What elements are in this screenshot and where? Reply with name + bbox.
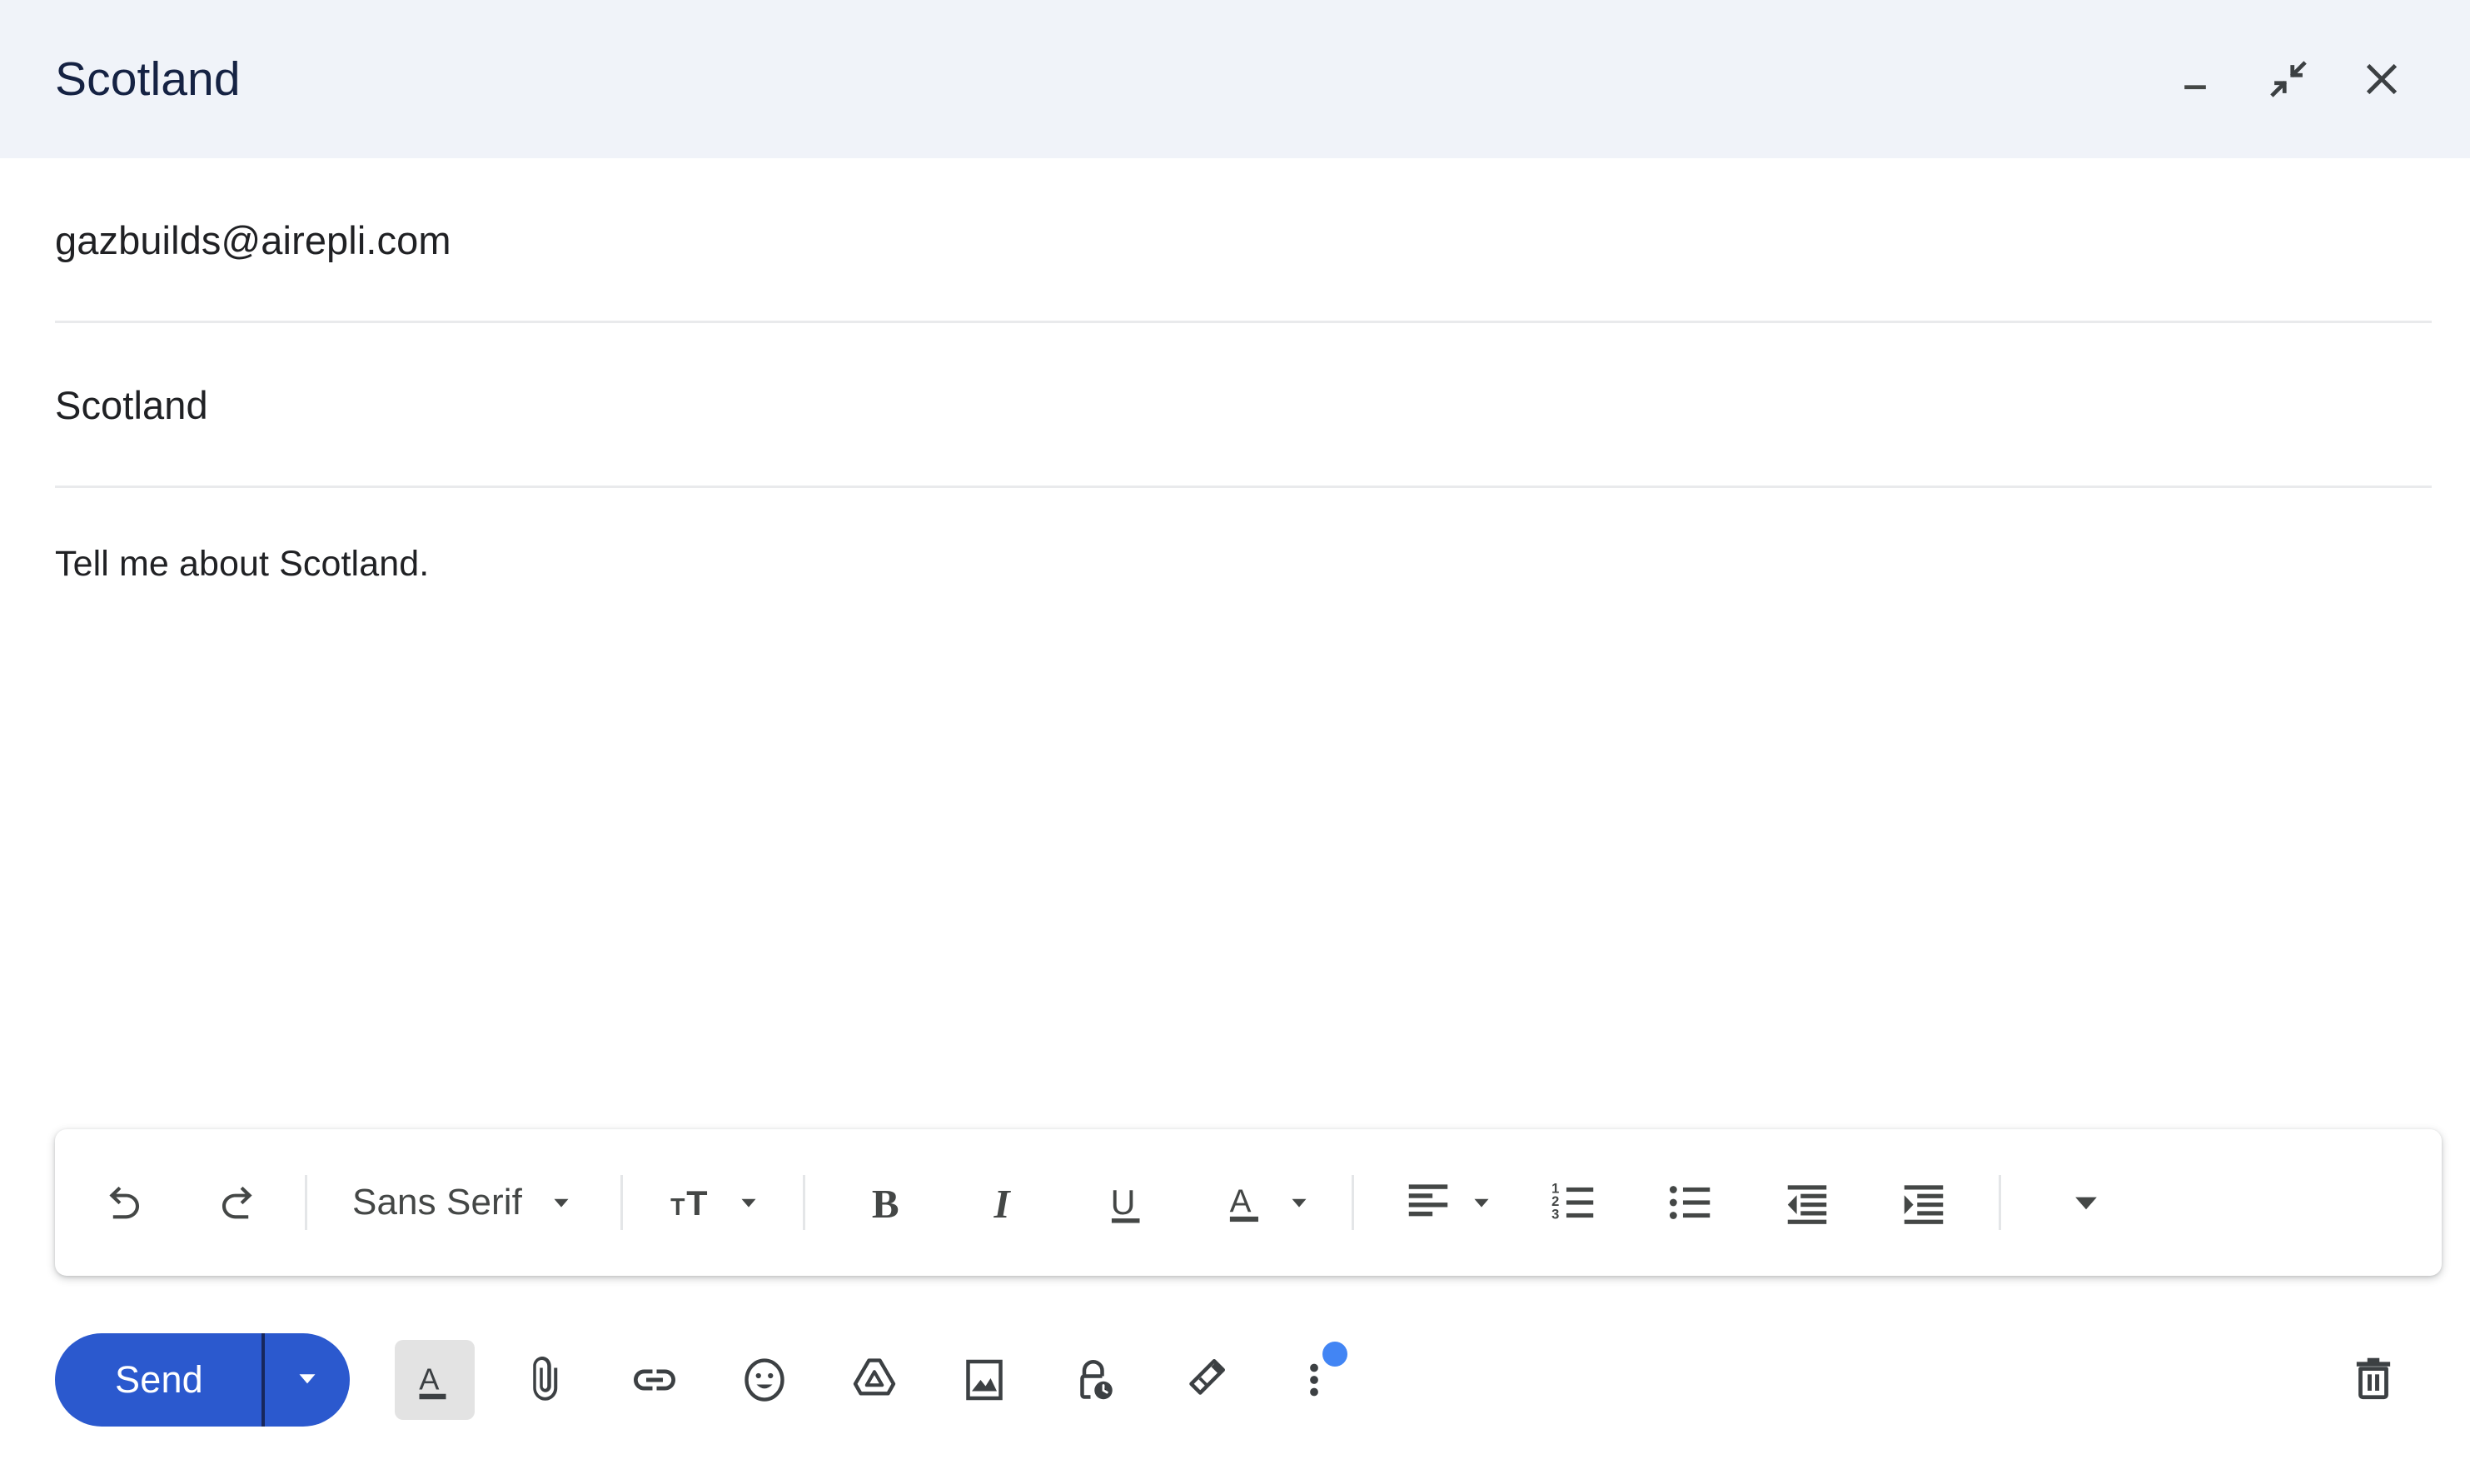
- recipients-field-row[interactable]: gazbuilds@airepli.com: [0, 158, 2470, 323]
- svg-text:A: A: [1230, 1183, 1252, 1219]
- insert-drive-file-button[interactable]: [834, 1340, 914, 1420]
- minimize-button[interactable]: [2164, 47, 2227, 111]
- google-drive-icon: [849, 1355, 899, 1405]
- toolbar-separator-2: [620, 1175, 623, 1230]
- confidential-mode-button[interactable]: [1054, 1340, 1134, 1420]
- page-title: Scotland: [55, 52, 241, 106]
- svg-text:A: A: [419, 1362, 440, 1397]
- message-body-area[interactable]: Tell me about Scotland.: [0, 488, 2470, 1129]
- font-size-selector[interactable]: T T: [656, 1164, 774, 1241]
- align-button[interactable]: [1391, 1164, 1507, 1241]
- chevron-down-icon: [735, 1188, 763, 1217]
- chevron-down-icon: [1467, 1188, 1496, 1217]
- message-body-input[interactable]: Tell me about Scotland.: [55, 540, 2415, 588]
- emoji-icon: [740, 1355, 789, 1405]
- link-icon: [630, 1355, 680, 1405]
- bold-button[interactable]: B: [849, 1164, 925, 1241]
- format-toolbar-wrapper: Sans Serif T T B I U A 1 2 3: [0, 1129, 2470, 1276]
- lock-clock-icon: [1069, 1355, 1119, 1405]
- compose-header: Scotland: [0, 0, 2470, 158]
- font-size-icon: T T: [668, 1175, 720, 1231]
- format-toolbar: Sans Serif T T B I U A 1 2 3: [55, 1129, 2442, 1276]
- numbered-list-button[interactable]: 1 2 3: [1536, 1164, 1612, 1241]
- compose-window: Scotland gazbuilds@airepli.com Scotland …: [0, 0, 2470, 1484]
- bulleted-list-button[interactable]: [1652, 1164, 1729, 1241]
- more-options-button[interactable]: [1274, 1340, 1354, 1420]
- pen-icon: [1179, 1355, 1229, 1405]
- underline-button[interactable]: U: [1088, 1164, 1165, 1241]
- svg-text:T: T: [686, 1183, 707, 1222]
- close-button[interactable]: [2350, 47, 2413, 111]
- indent-less-button[interactable]: [1769, 1164, 1845, 1241]
- discard-draft-button[interactable]: [2333, 1340, 2413, 1420]
- chevron-down-icon: [291, 1362, 323, 1398]
- font-family-selector[interactable]: Sans Serif: [341, 1164, 587, 1241]
- window-controls: [2164, 47, 2420, 111]
- toolbar-separator-3: [802, 1175, 805, 1230]
- exit-full-screen-button[interactable]: [2257, 47, 2320, 111]
- action-icon-row: A: [394, 1340, 1354, 1420]
- send-button-label: Send: [115, 1358, 203, 1401]
- insert-signature-button[interactable]: [1164, 1340, 1244, 1420]
- insert-link-button[interactable]: [615, 1340, 695, 1420]
- toolbar-separator-5: [1998, 1175, 2001, 1230]
- insert-photo-button[interactable]: [944, 1340, 1024, 1420]
- undo-button[interactable]: [87, 1164, 163, 1241]
- more-formatting-options-button[interactable]: [2048, 1164, 2124, 1241]
- recipients-input[interactable]: gazbuilds@airepli.com: [55, 217, 451, 264]
- svg-text:B: B: [872, 1181, 899, 1227]
- send-button[interactable]: Send: [55, 1333, 261, 1427]
- font-family-label: Sans Serif: [352, 1182, 522, 1223]
- text-color-button[interactable]: A: [1208, 1164, 1325, 1241]
- action-bar: Send A: [0, 1276, 2470, 1484]
- text-color-icon: A: [1220, 1175, 1272, 1231]
- svg-text:I: I: [993, 1181, 1011, 1227]
- chevron-down-icon: [1285, 1188, 1313, 1217]
- image-icon: [959, 1355, 1009, 1405]
- attach-file-button[interactable]: [505, 1340, 585, 1420]
- paperclip-icon: [520, 1355, 570, 1405]
- send-button-group[interactable]: Send: [55, 1333, 350, 1427]
- text-format-icon: A: [410, 1355, 460, 1405]
- italic-button[interactable]: I: [969, 1164, 1045, 1241]
- svg-text:U: U: [1111, 1183, 1136, 1222]
- trash-icon: [2348, 1352, 2399, 1408]
- subject-field-underline: [55, 486, 2432, 488]
- svg-text:3: 3: [1551, 1207, 1559, 1223]
- notification-badge: [1322, 1342, 1347, 1367]
- toolbar-separator: [305, 1175, 307, 1230]
- align-left-icon: [1402, 1175, 1454, 1231]
- subject-field-row[interactable]: Scotland: [0, 323, 2470, 488]
- svg-text:T: T: [670, 1193, 685, 1220]
- formatting-options-button[interactable]: A: [394, 1340, 475, 1420]
- send-options-button[interactable]: [265, 1333, 350, 1427]
- toolbar-separator-4: [1351, 1175, 1354, 1230]
- redo-button[interactable]: [198, 1164, 275, 1241]
- indent-more-button[interactable]: [1885, 1164, 1962, 1241]
- insert-emoji-button[interactable]: [725, 1340, 804, 1420]
- chevron-down-icon: [547, 1188, 575, 1217]
- subject-input[interactable]: Scotland: [55, 382, 208, 429]
